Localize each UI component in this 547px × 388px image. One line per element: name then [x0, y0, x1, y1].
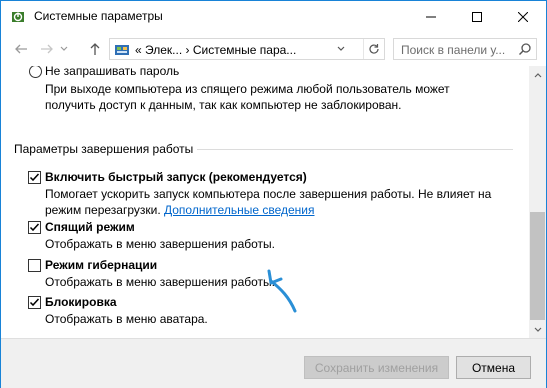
save-changes-button[interactable]: Сохранить изменения	[304, 356, 449, 379]
no-password-label[interactable]: Не запрашивать пароль	[45, 66, 179, 78]
power-options-icon	[12, 12, 24, 22]
control-panel-icon	[115, 45, 129, 55]
chevron-down-icon	[337, 46, 345, 51]
cancel-button[interactable]: Отмена	[456, 356, 531, 379]
vertical-scrollbar[interactable]	[529, 66, 546, 338]
checkmark-icon	[29, 173, 40, 182]
breadcrumb-separator[interactable]: ›	[186, 43, 190, 57]
hibernate-checkbox[interactable]	[28, 259, 41, 272]
fast-startup-label[interactable]: Включить быстрый запуск (рекомендуется)	[45, 170, 307, 184]
fast-startup-desc-1: Помогает ускорить запуск компьютера посл…	[45, 187, 492, 201]
close-icon	[518, 11, 528, 22]
checkmark-icon	[29, 298, 40, 307]
minimize-button[interactable]	[408, 1, 454, 32]
refresh-icon	[369, 44, 379, 54]
search-icon	[519, 43, 531, 55]
search-box[interactable]: Поиск в панели у...	[393, 38, 537, 60]
control-panel-window: Системные параметры « Элек... › Системны…	[0, 0, 547, 388]
up-button[interactable]	[85, 39, 105, 59]
scroll-down-button[interactable]	[529, 321, 546, 338]
scroll-up-button[interactable]	[529, 66, 546, 83]
no-password-desc-2: получить доступ к данным, так как компью…	[45, 98, 402, 112]
forward-button[interactable]	[37, 39, 57, 59]
minimize-icon	[426, 16, 436, 17]
more-info-link[interactable]: Дополнительные сведения	[164, 203, 314, 217]
dialog-footer: Сохранить изменения Отмена	[1, 338, 546, 388]
annotation-arrow-icon	[267, 269, 297, 313]
arrow-left-icon	[15, 44, 27, 54]
recent-locations-button[interactable]	[57, 39, 71, 59]
maximize-icon	[472, 11, 482, 22]
chevron-up-icon	[534, 72, 541, 77]
window-title: Системные параметры	[34, 9, 163, 23]
address-bar[interactable]: « Элек... › Системные пара...	[109, 38, 385, 60]
address-dropdown-button[interactable]	[331, 39, 351, 59]
breadcrumb-item-power[interactable]: Элек...	[145, 43, 182, 57]
chevron-down-icon	[534, 327, 541, 332]
shutdown-section-title: Параметры завершения работы	[14, 142, 194, 156]
maximize-button[interactable]	[454, 1, 500, 32]
sleep-desc: Отображать в меню завершения работы.	[45, 237, 276, 251]
hibernate-label[interactable]: Режим гибернации	[45, 258, 157, 272]
lock-label[interactable]: Блокировка	[45, 295, 117, 309]
close-button[interactable]	[500, 1, 546, 32]
arrow-right-icon	[41, 44, 53, 54]
title-bar: Системные параметры	[1, 1, 546, 32]
section-divider	[197, 149, 513, 150]
fast-startup-desc-2-text: режим перезагрузки.	[45, 203, 164, 217]
fast-startup-desc-2: режим перезагрузки. Дополнительные сведе…	[45, 203, 314, 217]
checkmark-icon	[29, 223, 40, 232]
no-password-radio[interactable]	[29, 66, 42, 78]
scroll-thumb[interactable]	[530, 212, 545, 320]
refresh-button[interactable]	[363, 39, 384, 59]
breadcrumb-overflow[interactable]: «	[135, 43, 142, 57]
lock-desc: Отображать в меню аватара.	[45, 312, 208, 326]
sleep-checkbox[interactable]	[28, 221, 41, 234]
hibernate-desc: Отображать в меню завершения работы.	[45, 275, 276, 289]
chevron-down-icon	[60, 46, 68, 51]
fast-startup-checkbox[interactable]	[28, 171, 41, 184]
lock-checkbox[interactable]	[28, 296, 41, 309]
no-password-desc-1: При выходе компьютера из спящего режима …	[45, 82, 450, 96]
breadcrumb: « Элек... › Системные пара...	[135, 43, 296, 57]
arrow-up-icon	[90, 43, 100, 55]
search-placeholder: Поиск в панели у...	[401, 43, 506, 57]
back-button[interactable]	[11, 39, 31, 59]
breadcrumb-item-system-settings[interactable]: Системные пара...	[193, 43, 296, 57]
sleep-label[interactable]: Спящий режим	[45, 220, 135, 234]
navigation-bar: « Элек... › Системные пара... Поиск в па…	[1, 32, 546, 66]
